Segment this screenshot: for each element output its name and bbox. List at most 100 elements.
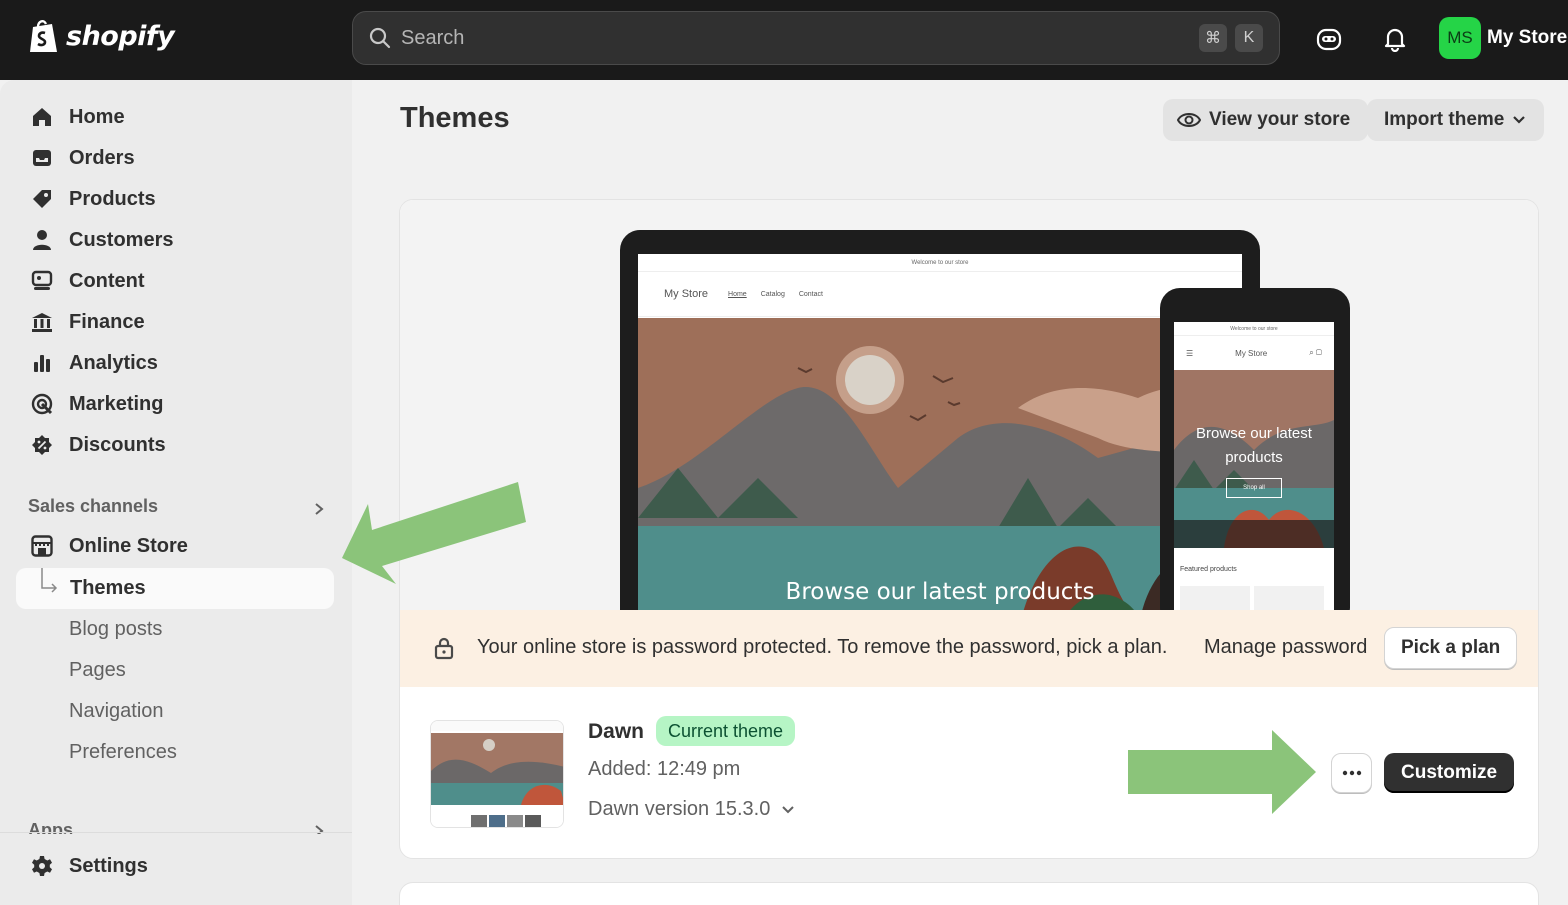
mobile-shop-button: Shop all: [1226, 478, 1282, 498]
shortcut-key-cmd: ⌘: [1199, 24, 1227, 52]
sidebar-item-marketing[interactable]: Marketing: [16, 384, 334, 424]
preview-announcement: Welcome to our store: [638, 254, 1242, 272]
menu-icon: ☰: [1186, 348, 1194, 358]
current-theme-badge: Current theme: [656, 716, 796, 746]
theme-preview[interactable]: Welcome to our store My Store Home Catal…: [400, 200, 1538, 634]
theme-name: Dawn: [588, 720, 645, 743]
preview-hero-heading: Browse our latest products: [785, 579, 1095, 605]
sidebar-item-finance[interactable]: Finance: [16, 302, 334, 342]
chevron-down-icon: [782, 805, 795, 813]
pick-plan-button[interactable]: Pick a plan: [1384, 627, 1518, 669]
shopify-logo[interactable]: shopify: [28, 18, 175, 54]
sidebar-item-online-store[interactable]: Online Store: [16, 526, 334, 566]
sidebar-item-label: Themes: [70, 577, 146, 599]
sidebar-item-discounts[interactable]: Discounts: [16, 425, 334, 465]
search-placeholder: Search: [401, 26, 465, 49]
sidebar: Home Orders Products Customers Content F…: [0, 80, 352, 905]
target-icon: [30, 392, 54, 416]
preview-nav-link: Contact: [798, 290, 823, 298]
sidebar-item-preferences[interactable]: Preferences: [69, 741, 177, 764]
more-actions-button[interactable]: [1331, 753, 1372, 793]
shopify-bag-icon: [30, 19, 57, 52]
tree-connector-icon: [41, 567, 58, 593]
store-avatar[interactable]: MS: [1439, 17, 1481, 59]
featured-heading: Featured products: [1180, 566, 1237, 573]
brand-name: shopify: [66, 20, 175, 52]
search-cart-icons: ⌕ ▢: [1309, 348, 1322, 357]
sidebar-item-label: Discounts: [69, 433, 166, 456]
shortcut-key-k: K: [1235, 24, 1263, 52]
mobile-announcement: Welcome to our store: [1174, 322, 1334, 336]
discount-icon: [30, 433, 54, 457]
sidebar-item-themes[interactable]: Themes: [16, 567, 334, 609]
sidebar-item-pages[interactable]: Pages: [69, 659, 126, 682]
eye-icon: [1177, 113, 1201, 127]
sidebar-item-settings[interactable]: Settings: [16, 846, 334, 886]
sidebar-item-label: Analytics: [69, 351, 158, 374]
import-theme-button[interactable]: Import theme: [1367, 99, 1545, 141]
chevron-right-icon[interactable]: [312, 502, 326, 516]
page-title: Themes: [400, 102, 510, 134]
theme-version-toggle[interactable]: Dawn version 15.3.0: [588, 798, 795, 821]
preview-store-name: My Store: [664, 288, 709, 300]
divider: [0, 832, 352, 833]
store-name[interactable]: My Store: [1487, 27, 1567, 49]
view-store-label: View your store: [1209, 109, 1351, 130]
sidebar-item-label: Products: [69, 187, 156, 210]
sidebar-item-home[interactable]: Home: [16, 97, 334, 137]
sidebar-item-analytics[interactable]: Analytics: [16, 343, 334, 383]
sidebar-item-navigation[interactable]: Navigation: [69, 700, 164, 723]
sidebar-item-label: Content: [69, 269, 145, 292]
inbox-icon: [30, 146, 54, 170]
home-icon: [30, 105, 54, 129]
manage-password-link[interactable]: Manage password: [1204, 636, 1367, 659]
tag-icon: [30, 187, 54, 211]
sidekick-button[interactable]: [1312, 22, 1346, 56]
view-store-button[interactable]: View your store: [1163, 99, 1369, 141]
search-icon: [369, 27, 391, 49]
sidebar-item-content[interactable]: Content: [16, 261, 334, 301]
current-theme-card: Welcome to our store My Store Home Catal…: [399, 199, 1539, 859]
mobile-store-name: My Store: [1235, 348, 1268, 358]
bar-chart-icon: [30, 351, 54, 375]
sales-channels-heading[interactable]: Sales channels: [28, 496, 158, 517]
store-icon: [30, 534, 54, 558]
theme-library-card: [399, 882, 1539, 905]
mobile-header: ☰ My Store ⌕ ▢: [1174, 336, 1334, 370]
bell-icon: [1384, 28, 1406, 52]
theme-thumbnail[interactable]: [430, 720, 564, 828]
bank-icon: [30, 310, 54, 334]
annotation-arrow-left-icon: [342, 482, 526, 584]
annotation-arrow-right-icon: [1128, 730, 1316, 814]
preview-nav-link: Home: [728, 290, 747, 298]
search-input[interactable]: Search ⌘ K: [352, 11, 1280, 65]
desktop-preview-screen: Welcome to our store My Store Home Catal…: [638, 254, 1242, 634]
preview-nav-link: Catalog: [760, 290, 785, 298]
theme-thumbnail-image: [431, 721, 563, 827]
sidekick-icon: [1316, 28, 1342, 51]
mobile-preview-screen: Welcome to our store ☰ My Store ⌕ ▢ Brow…: [1174, 322, 1334, 622]
import-theme-label: Import theme: [1384, 109, 1505, 130]
content-icon: [30, 269, 54, 293]
sidebar-item-label: Online Store: [69, 534, 188, 557]
lock-icon: [434, 637, 454, 660]
chevron-down-icon: [1513, 116, 1526, 124]
notifications-button[interactable]: [1378, 22, 1412, 56]
mobile-hero-heading: Browse our latest products: [1196, 425, 1312, 466]
gear-icon: [30, 854, 54, 878]
sidebar-item-label: Settings: [69, 854, 148, 877]
password-banner-text: Your online store is password protected.…: [477, 636, 1168, 658]
sidebar-item-label: Finance: [69, 310, 145, 333]
sidebar-item-orders[interactable]: Orders: [16, 138, 334, 178]
sidebar-item-label: Home: [69, 105, 125, 128]
top-bar: shopify Search ⌘ K MS My Store: [0, 0, 1568, 80]
sidebar-item-blog-posts[interactable]: Blog posts: [69, 618, 162, 641]
sidebar-item-label: Orders: [69, 146, 135, 169]
sidebar-item-products[interactable]: Products: [16, 179, 334, 219]
password-banner: Your online store is password protected.…: [400, 610, 1538, 687]
sidebar-item-customers[interactable]: Customers: [16, 220, 334, 260]
preview-header: My Store Home Catalog Contact: [638, 272, 1242, 317]
mobile-preview-frame: Welcome to our store ☰ My Store ⌕ ▢ Brow…: [1160, 288, 1350, 628]
customize-button[interactable]: Customize: [1384, 753, 1515, 793]
ellipsis-icon: [1342, 770, 1361, 776]
